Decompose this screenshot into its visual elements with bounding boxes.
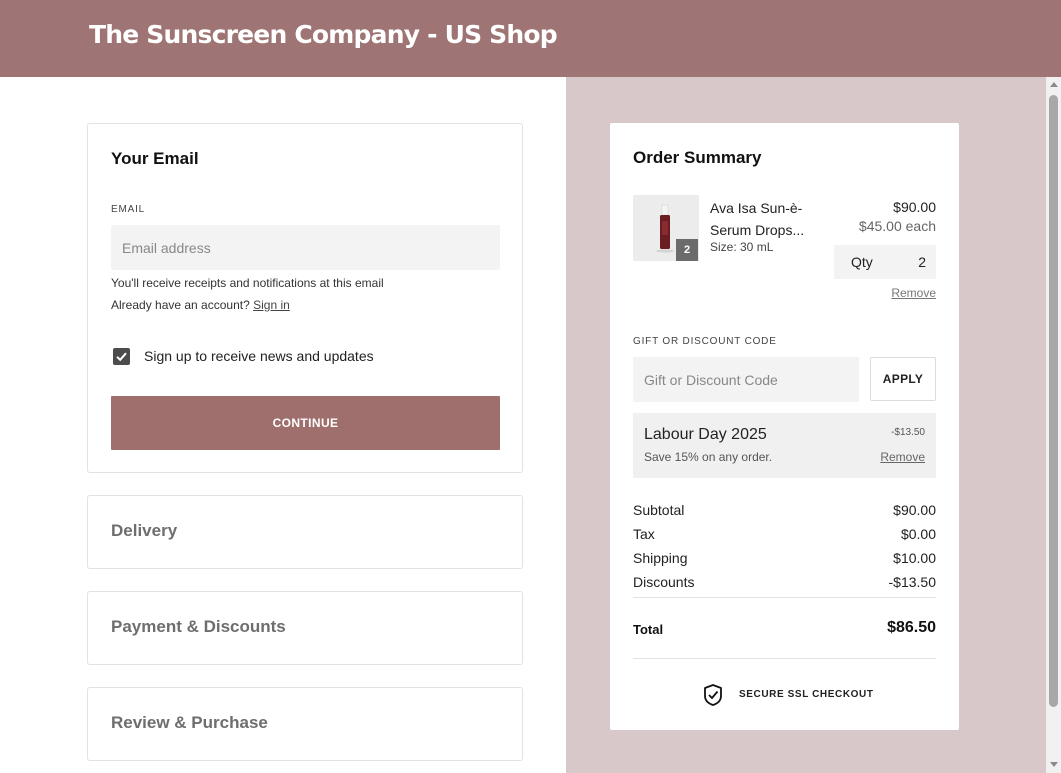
total-value: $86.50 — [887, 619, 936, 636]
scroll-up-arrow-icon[interactable] — [1050, 82, 1058, 87]
gift-code-label: GIFT OR DISCOUNT CODE — [633, 336, 777, 347]
gift-code-input[interactable] — [633, 357, 859, 402]
review-step-title: Review & Purchase — [111, 713, 268, 732]
email-step-title: Your Email — [111, 149, 199, 168]
account-prompt-text: Already have an account? — [111, 298, 250, 312]
remove-product-link[interactable]: Remove — [891, 286, 936, 300]
continue-button[interactable]: CONTINUE — [111, 396, 500, 450]
delivery-step-card[interactable]: Delivery — [87, 495, 523, 569]
product-thumbnail: 2 — [633, 195, 699, 261]
email-field[interactable] — [111, 225, 500, 270]
newsletter-checkbox[interactable] — [113, 348, 130, 365]
quantity-stepper[interactable]: Qty 2 — [834, 245, 936, 279]
total-label: Total — [633, 622, 664, 637]
scrollbar-thumb[interactable] — [1049, 95, 1058, 707]
page-scrollbar[interactable] — [1046, 77, 1061, 773]
qty-value[interactable]: 2 — [918, 254, 926, 270]
site-header: The Sunscreen Company - US Shop — [0, 0, 1061, 77]
shipping-label: Shipping — [633, 550, 688, 566]
newsletter-label[interactable]: Sign up to receive news and updates — [144, 348, 374, 364]
tax-value: $0.00 — [900, 526, 936, 542]
divider — [633, 597, 936, 598]
remove-discount-link[interactable]: Remove — [880, 450, 925, 464]
divider — [633, 658, 936, 659]
review-step-card[interactable]: Review & Purchase — [87, 687, 523, 761]
secure-checkout-label: SECURE SSL CHECKOUT — [739, 689, 874, 700]
shipping-value: $10.00 — [893, 550, 936, 566]
payment-step-title: Payment & Discounts — [111, 617, 286, 636]
discount-amount: -$13.50 — [891, 427, 925, 438]
apply-code-button[interactable]: APPLY — [870, 357, 936, 401]
applied-discount: Labour Day 2025 Save 15% on any order. -… — [633, 413, 936, 478]
product-unit-price: $45.00 each — [858, 218, 936, 234]
discounts-label: Discounts — [633, 574, 695, 590]
order-summary-card: Order Summary 2 Ava Isa Sun-è-Serum Drop… — [610, 123, 959, 730]
shipping-row: Shipping $10.00 — [633, 550, 936, 570]
email-helper-text: You'll receive receipts and notification… — [111, 276, 384, 290]
subtotal-label: Subtotal — [633, 502, 685, 518]
subtotal-row: Subtotal $90.00 — [633, 502, 936, 522]
discounts-value: -$13.50 — [888, 574, 936, 590]
quantity-badge: 2 — [676, 239, 698, 261]
tax-label: Tax — [633, 526, 655, 542]
shield-check-icon — [704, 684, 722, 706]
scroll-down-arrow-icon[interactable] — [1050, 762, 1058, 767]
tax-row: Tax $0.00 — [633, 526, 936, 546]
checkmark-icon — [116, 352, 127, 362]
product-name: Ava Isa Sun-è-Serum Drops... — [710, 200, 805, 238]
subtotal-value: $90.00 — [893, 502, 936, 518]
product-size: Size: 30 mL — [710, 240, 774, 254]
delivery-step-title: Delivery — [111, 521, 178, 540]
product-line-price: $90.00 — [893, 199, 936, 215]
sign-in-link[interactable]: Sign in — [253, 298, 290, 312]
email-field-label: EMAIL — [111, 204, 146, 215]
discount-description: Save 15% on any order. — [644, 450, 773, 464]
account-prompt: Already have an account? Sign in — [111, 298, 290, 312]
discounts-row: Discounts -$13.50 — [633, 574, 936, 594]
order-summary-title: Order Summary — [633, 148, 762, 167]
discount-name: Labour Day 2025 — [644, 426, 767, 443]
qty-label: Qty — [851, 254, 873, 270]
shop-title[interactable]: The Sunscreen Company - US Shop — [89, 20, 558, 49]
email-step-card: Your Email EMAIL You'll receive receipts… — [87, 123, 523, 473]
payment-step-card[interactable]: Payment & Discounts — [87, 591, 523, 665]
